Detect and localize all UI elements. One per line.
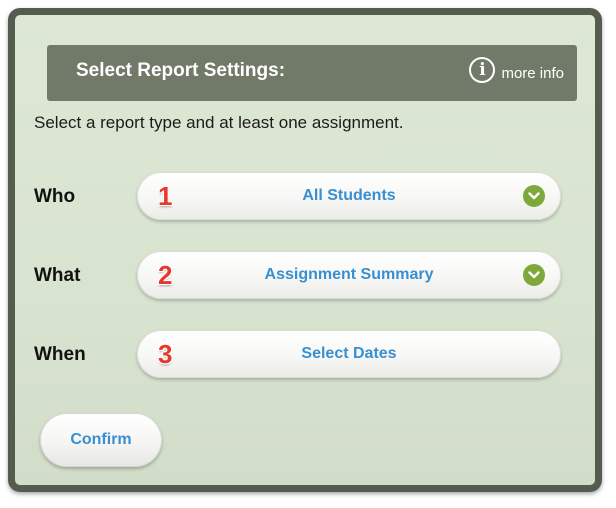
more-info-label: more info: [501, 64, 564, 82]
chevron-down-icon[interactable]: [523, 185, 545, 207]
when-value: Select Dates: [301, 345, 397, 362]
more-info-link[interactable]: i more info: [469, 57, 564, 83]
confirm-button[interactable]: Confirm: [40, 413, 162, 467]
settings-title: Select Report Settings:: [76, 60, 286, 81]
what-select[interactable]: 2 Assignment Summary: [137, 251, 561, 299]
instruction-text: Select a report type and at least one as…: [34, 113, 404, 132]
who-label: Who: [34, 186, 76, 207]
when-select[interactable]: 3 Select Dates: [137, 330, 561, 378]
who-select[interactable]: 1 All Students: [137, 172, 561, 220]
chevron-down-icon[interactable]: [523, 264, 545, 286]
info-circle-icon: i: [469, 57, 496, 83]
when-label: When: [34, 344, 86, 365]
what-value: Assignment Summary: [264, 266, 434, 283]
settings-header: Select Report Settings: i more info: [47, 45, 577, 101]
what-label: What: [34, 265, 81, 286]
who-value: All Students: [302, 187, 396, 204]
